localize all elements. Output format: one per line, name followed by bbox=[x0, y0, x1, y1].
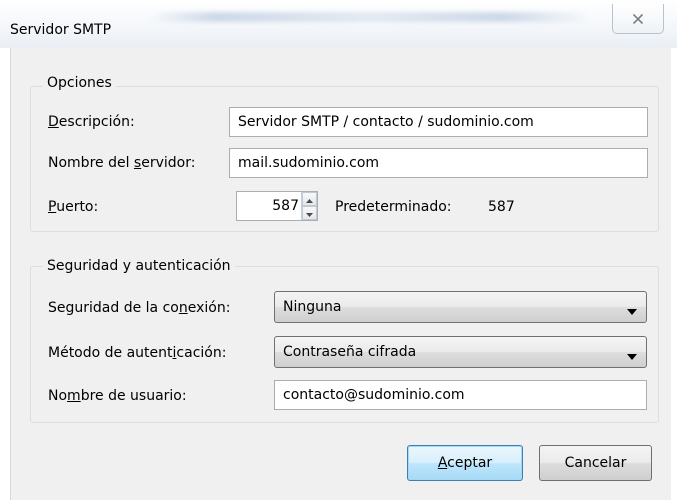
auth-method-label: Método de autenticación: bbox=[48, 345, 227, 361]
username-input[interactable]: contacto@sudominio.com bbox=[274, 380, 647, 410]
auth-method-value: Contraseña cifrada bbox=[283, 344, 417, 360]
connection-security-value: Ninguna bbox=[283, 299, 342, 315]
dropdown-arrow-icon bbox=[627, 303, 637, 319]
port-spinner-buttons bbox=[301, 192, 317, 220]
blurred-title-text bbox=[150, 12, 590, 22]
description-input[interactable]: Servidor SMTP / contacto / sudominio.com bbox=[229, 107, 648, 137]
username-label: Nombre de usuario: bbox=[48, 388, 187, 404]
port-value: 587 bbox=[272, 198, 299, 214]
options-legend: Opciones bbox=[43, 75, 116, 91]
server-name-label: Nombre del servidor: bbox=[48, 155, 196, 171]
title-bar[interactable]: Servidor SMTP bbox=[0, 0, 677, 48]
arrow-down-icon bbox=[306, 205, 313, 221]
auth-method-dropdown[interactable]: Contraseña cifrada bbox=[274, 336, 647, 368]
connection-security-label: Seguridad de la conexión: bbox=[48, 300, 231, 316]
accept-button[interactable]: Aceptar bbox=[407, 445, 523, 481]
description-label: Descripción: bbox=[48, 114, 135, 130]
port-label: Puerto: bbox=[48, 199, 99, 215]
dialog-body: Opciones Descripción: Servidor SMTP / co… bbox=[10, 48, 671, 500]
port-default-value: 587 bbox=[488, 199, 515, 215]
connection-security-dropdown[interactable]: Ninguna bbox=[274, 291, 647, 323]
window-title: Servidor SMTP bbox=[10, 22, 112, 38]
port-default-label: Predeterminado: bbox=[335, 199, 452, 215]
server-name-input[interactable]: mail.sudominio.com bbox=[229, 148, 648, 178]
port-spinner[interactable]: 587 bbox=[236, 191, 318, 221]
cancel-button[interactable]: Cancelar bbox=[539, 445, 652, 481]
close-icon bbox=[632, 13, 644, 25]
spin-down-button[interactable] bbox=[302, 206, 317, 220]
security-legend: Seguridad y autenticación bbox=[43, 258, 235, 274]
close-button[interactable] bbox=[612, 4, 664, 34]
spin-up-button[interactable] bbox=[302, 192, 317, 206]
dropdown-arrow-icon bbox=[627, 348, 637, 364]
